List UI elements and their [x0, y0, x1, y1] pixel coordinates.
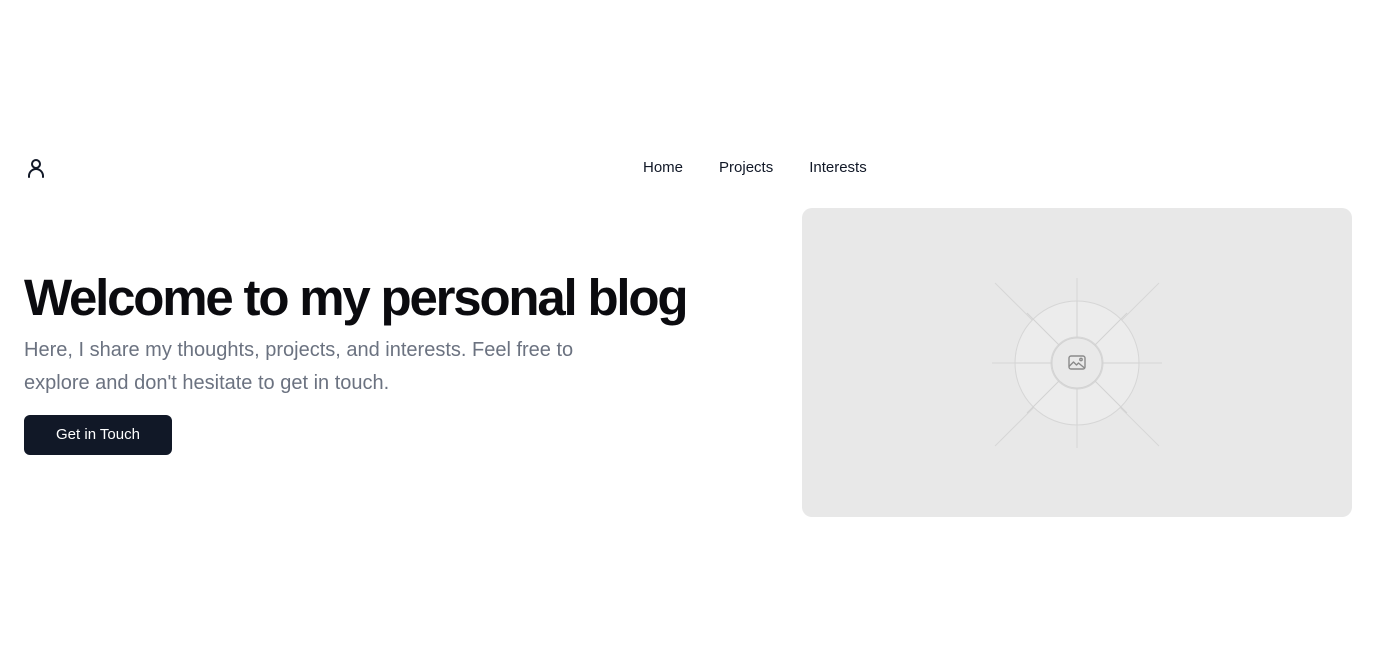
nav-link-home[interactable]: Home: [643, 158, 683, 178]
nav-link-interests[interactable]: Interests: [809, 158, 867, 178]
nav-link-projects[interactable]: Projects: [719, 158, 773, 178]
hero-content: Welcome to my personal blog Here, I shar…: [24, 270, 744, 455]
main-nav: Home Projects Interests: [643, 158, 867, 178]
hero-title: Welcome to my personal blog: [24, 269, 688, 326]
site-header: Home Projects Interests: [0, 150, 1376, 186]
image-placeholder-graphic: [992, 278, 1162, 448]
hero-image-placeholder: [802, 208, 1352, 517]
hero-subtitle: Here, I share my thoughts, projects, and…: [24, 339, 574, 394]
get-in-touch-button[interactable]: Get in Touch: [24, 415, 172, 455]
user-icon[interactable]: [24, 156, 48, 180]
